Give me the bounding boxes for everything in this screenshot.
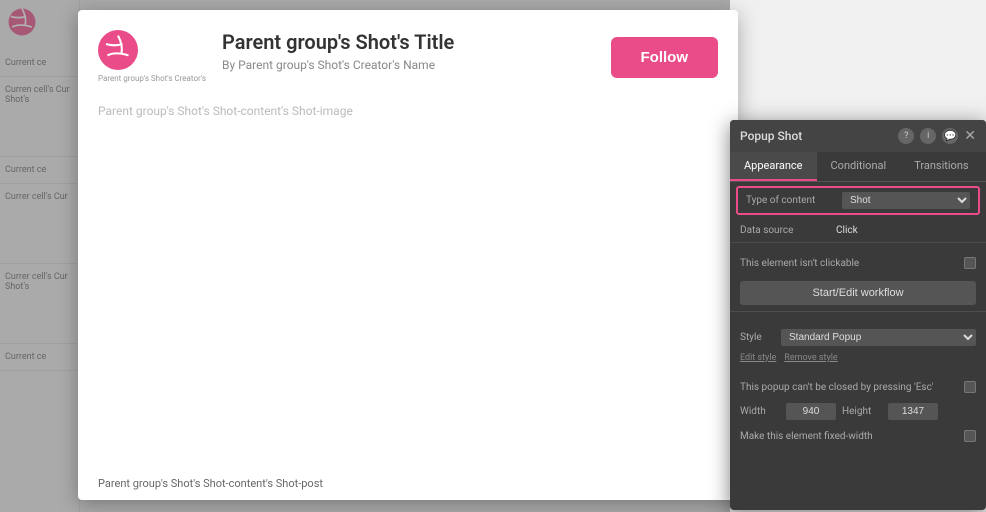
style-row: Style Standard Popup (730, 324, 986, 351)
style-links: Edit style Remove style (730, 351, 986, 368)
esc-checkbox[interactable] (964, 381, 976, 393)
style-label: Style (740, 332, 775, 343)
data-source-row: Data source Click (730, 219, 986, 243)
fixed-width-label: Make this element fixed-width (740, 431, 958, 442)
tab-transitions[interactable]: Transitions (900, 152, 982, 181)
panel-icon-group: ? i 💬 ✕ (898, 128, 976, 144)
modal-subtitle: By Parent group's Shot's Creator's Name (222, 58, 595, 72)
info-icon[interactable]: i (920, 128, 936, 144)
panel-tabs: Appearance Conditional Transitions (730, 152, 986, 182)
type-of-content-select[interactable]: Shot (842, 192, 970, 209)
help-icon[interactable]: ? (898, 128, 914, 144)
modal-footer: Parent group's Shot's Shot-content's Sho… (98, 477, 323, 490)
fixed-width-checkbox[interactable] (964, 430, 976, 442)
fixed-width-row: Make this element fixed-width (730, 425, 986, 447)
not-clickable-checkbox[interactable] (964, 257, 976, 269)
remove-style-link[interactable]: Remove style (784, 353, 837, 363)
modal-title: Parent group's Shot's Title (222, 30, 595, 54)
width-label: Width (740, 406, 780, 417)
esc-row: This popup can't be closed by pressing '… (730, 376, 986, 398)
tab-conditional[interactable]: Conditional (817, 152, 901, 181)
type-of-content-row: Type of content Shot (736, 186, 980, 215)
close-panel-button[interactable]: ✕ (964, 128, 976, 144)
type-of-content-label: Type of content (746, 195, 836, 206)
esc-label: This popup can't be closed by pressing '… (740, 382, 958, 393)
data-source-value: Click (836, 225, 976, 236)
panel-content: Type of content Shot Data source Click T… (730, 186, 986, 447)
width-input[interactable] (786, 403, 836, 420)
height-label: Height (842, 406, 882, 417)
not-clickable-row: This element isn't clickable (730, 251, 986, 275)
workflow-button[interactable]: Start/Edit workflow (740, 281, 976, 305)
chat-icon[interactable]: 💬 (942, 128, 958, 144)
modal-header: Parent group's Shot's Creator's Parent g… (78, 10, 738, 94)
follow-button[interactable]: Follow (611, 37, 719, 78)
data-source-label: Data source (740, 225, 830, 236)
modal-logo-area: Parent group's Shot's Creator's (98, 30, 206, 84)
tab-appearance[interactable]: Appearance (730, 152, 817, 181)
panel-header: Popup Shot ? i 💬 ✕ (730, 120, 986, 152)
modal-dribble-logo (98, 30, 138, 70)
modal-creator-small: Parent group's Shot's Creator's (98, 74, 206, 84)
edit-style-link[interactable]: Edit style (740, 353, 776, 363)
not-clickable-label: This element isn't clickable (740, 258, 958, 269)
style-select[interactable]: Standard Popup (781, 329, 976, 346)
popup-shot-panel: Popup Shot ? i 💬 ✕ Appearance Conditiona… (730, 120, 986, 510)
panel-title: Popup Shot (740, 129, 892, 143)
height-input[interactable] (888, 403, 938, 420)
modal-image-placeholder: Parent group's Shot's Shot-content's Sho… (78, 94, 738, 128)
popup-modal: Parent group's Shot's Creator's Parent g… (78, 10, 738, 500)
modal-title-section: Parent group's Shot's Title By Parent gr… (222, 30, 595, 72)
dimension-row: Width Height (730, 398, 986, 425)
